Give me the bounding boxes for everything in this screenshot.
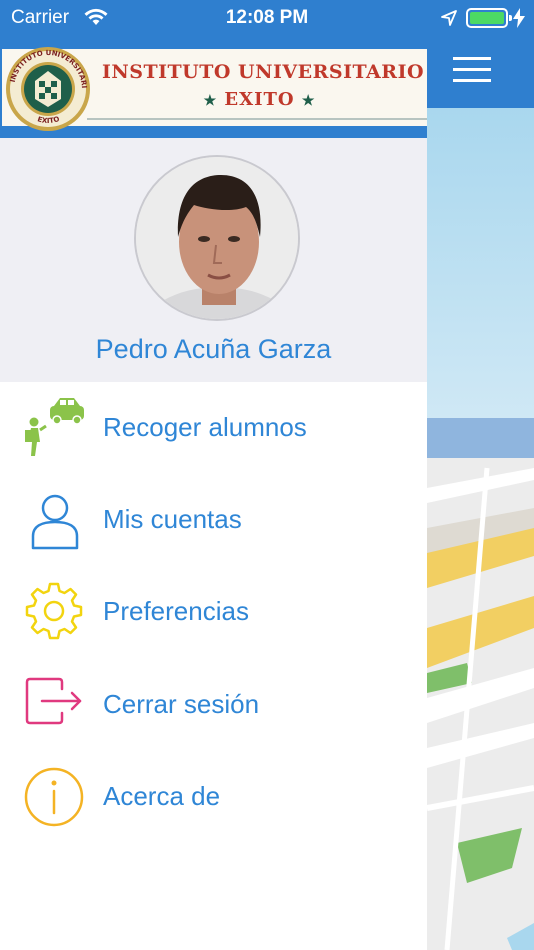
menu-item-label: Cerrar sesión xyxy=(103,689,260,719)
battery-icon xyxy=(466,8,512,28)
banner-subtitle-row: ★ EXITO ★ xyxy=(102,89,417,110)
pickup-students-icon xyxy=(22,396,86,460)
profile-name: Pedro Acuña Garza xyxy=(95,334,332,364)
logout-icon xyxy=(22,673,86,737)
user-account-icon xyxy=(22,488,86,552)
side-drawer: INSTITUTO UNIVERSITARIO EXITO INSTITUTO … xyxy=(0,38,427,950)
profile-section: Pedro Acuña Garza xyxy=(0,138,427,382)
location-arrow-icon xyxy=(440,9,458,32)
drawer-header: INSTITUTO UNIVERSITARIO EXITO INSTITUTO … xyxy=(0,38,427,138)
menu-item-label: Recoger alumnos xyxy=(103,412,307,442)
menu-item-preferencias[interactable]: Preferencias xyxy=(0,566,427,658)
banner-divider xyxy=(87,118,427,120)
menu-item-acerca-de[interactable]: Acerca de xyxy=(0,751,427,843)
avatar[interactable] xyxy=(134,155,300,321)
institution-logo: INSTITUTO UNIVERSITARIO EXITO xyxy=(0,39,98,140)
info-icon xyxy=(22,765,86,829)
hamburger-icon xyxy=(453,57,491,82)
menu-item-recoger-alumnos[interactable]: Recoger alumnos xyxy=(0,382,427,474)
star-icon: ★ xyxy=(301,93,316,109)
menu-item-label: Mis cuentas xyxy=(103,504,242,534)
map-background xyxy=(427,108,534,950)
menu-item-label: Acerca de xyxy=(103,781,221,811)
banner-title: INSTITUTO UNIVERSITARIO xyxy=(102,61,425,83)
institution-banner: INSTITUTO UNIVERSITARIO EXITO INSTITUTO … xyxy=(0,39,427,131)
star-icon: ★ xyxy=(203,93,218,109)
gear-icon xyxy=(22,580,86,644)
hamburger-menu-button[interactable] xyxy=(453,55,491,85)
map-view[interactable] xyxy=(427,38,534,950)
charging-bolt-icon xyxy=(512,8,526,33)
menu-item-label: Preferencias xyxy=(103,596,249,626)
banner-subtitle: EXITO xyxy=(224,89,295,110)
menu-item-cerrar-sesion[interactable]: Cerrar sesión xyxy=(0,659,427,751)
status-bar: Carrier 12:08 PM xyxy=(0,0,534,38)
menu-item-mis-cuentas[interactable]: Mis cuentas xyxy=(0,474,427,566)
profile-photo xyxy=(136,157,298,319)
